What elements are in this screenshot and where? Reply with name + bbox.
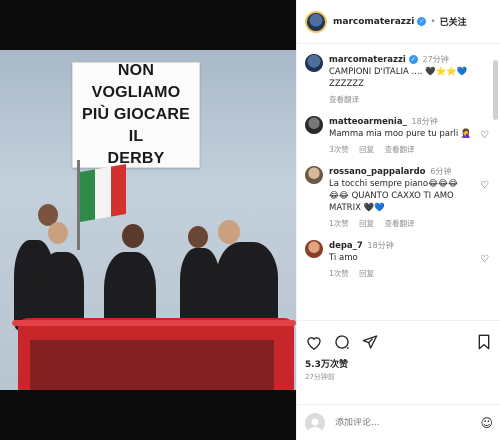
- post-header: marcomaterazzi ✓ • 已关注: [297, 0, 500, 44]
- person-head: [48, 222, 68, 244]
- reply-button[interactable]: 回复: [359, 145, 374, 154]
- person-head: [218, 220, 240, 244]
- comment-like-heart-icon[interactable]: ♡: [480, 130, 489, 141]
- post-timestamp: 27分钟前: [305, 373, 335, 381]
- comment-username[interactable]: depa_7: [329, 241, 363, 251]
- comment-time: 18分钟: [411, 117, 438, 126]
- smiley-icon[interactable]: ☺: [480, 416, 493, 430]
- like-count[interactable]: 5.3万次赞: [297, 353, 500, 370]
- flag-stripe-red: [110, 163, 126, 217]
- protest-sign: NON VOGLIAMO PIÙ GIOCARE IL DERBY: [72, 62, 200, 168]
- bookmark-icon[interactable]: [475, 333, 493, 351]
- post-photo: NON VOGLIAMO PIÙ GIOCARE IL DERBY: [0, 50, 296, 390]
- see-translation-link[interactable]: 查看翻译: [329, 95, 359, 104]
- action-bar: [297, 321, 500, 353]
- comment-avatar[interactable]: [305, 240, 323, 258]
- comment-avatar[interactable]: [305, 166, 323, 184]
- comments-list[interactable]: marcomaterazzi ✓ 27分钟 CAMPIONI D'ITALIA .…: [297, 44, 493, 320]
- person: [180, 248, 220, 328]
- author-username-text[interactable]: marcomaterazzi: [333, 17, 414, 27]
- caption-time: 27分钟: [422, 55, 449, 64]
- caption-avatar[interactable]: [305, 54, 323, 72]
- author-username[interactable]: marcomaterazzi ✓: [333, 16, 427, 27]
- comment-text: Mamma mia moo pure tu parli 🤦‍♀️: [329, 129, 472, 139]
- verified-badge-icon: ✓: [408, 55, 418, 64]
- caption-username[interactable]: marcomaterazzi: [329, 55, 406, 65]
- verified-badge-icon: ✓: [417, 16, 427, 26]
- bus-rail: [12, 320, 296, 326]
- reply-button[interactable]: 回复: [359, 269, 374, 278]
- share-icon[interactable]: [361, 333, 379, 351]
- post-sidebar: marcomaterazzi ✓ • 已关注 marcomaterazzi ✓ 27…: [296, 0, 500, 440]
- caption: marcomaterazzi ✓ 27分钟 CAMPIONI D'ITALIA .…: [297, 44, 493, 106]
- comment-time: 6分钟: [430, 167, 452, 176]
- comment-input[interactable]: [335, 417, 481, 428]
- flag-stripe-white: [95, 166, 111, 220]
- comment-username[interactable]: matteoarmenia_: [329, 117, 407, 127]
- comment-item: depa_7 18分钟 Ti amo 1次赞 回复 ♡: [297, 230, 493, 280]
- comment-icon[interactable]: [333, 333, 351, 351]
- comment-text: La tocchi sempre piano😂😂😂 😂😂 QUANTO CAXX…: [329, 179, 458, 213]
- see-translation-link[interactable]: 查看翻译: [385, 145, 415, 154]
- person-head: [188, 226, 208, 248]
- comment-item: matteoarmenia_ 18分钟 Mamma mia moo pure t…: [297, 106, 493, 156]
- follow-status-button[interactable]: 已关注: [440, 15, 467, 28]
- author-avatar[interactable]: [305, 10, 327, 33]
- post-footer: 5.3万次赞 27分钟前 ☺: [297, 320, 500, 440]
- bus-window: [30, 340, 274, 390]
- reply-button[interactable]: 回复: [359, 219, 374, 228]
- my-avatar: [305, 412, 325, 433]
- separator: •: [430, 16, 436, 27]
- comment-likes[interactable]: 1次赞: [329, 269, 349, 278]
- person-head: [122, 224, 144, 248]
- comment-avatar[interactable]: [305, 116, 323, 134]
- flag-stripe-green: [80, 169, 96, 223]
- comment-likes[interactable]: 3次赞: [329, 145, 349, 154]
- comment-username[interactable]: rossano_pappalardo: [329, 167, 426, 177]
- comment-like-heart-icon[interactable]: ♡: [480, 180, 489, 191]
- add-comment-bar: ☺: [297, 404, 500, 440]
- sign-text: NON VOGLIAMO PIÙ GIOCARE IL DERBY: [82, 62, 190, 167]
- post-media[interactable]: NON VOGLIAMO PIÙ GIOCARE IL DERBY: [0, 0, 296, 440]
- comment-time: 18分钟: [367, 241, 394, 250]
- comment-text: Ti amo: [329, 253, 358, 263]
- comments-scrollbar[interactable]: [493, 60, 498, 120]
- comment-likes[interactable]: 1次赞: [329, 219, 349, 228]
- caption-text: CAMPIONI D'ITALIA .... 🖤⭐⭐💙 ZZZZZZ: [329, 67, 468, 89]
- comment-like-heart-icon[interactable]: ♡: [480, 254, 489, 265]
- comment-item: rossano_pappalardo 6分钟 La tocchi sempre …: [297, 156, 493, 230]
- italian-flag: [80, 163, 126, 223]
- heart-icon[interactable]: [305, 333, 323, 351]
- see-translation-link[interactable]: 查看翻译: [385, 219, 415, 228]
